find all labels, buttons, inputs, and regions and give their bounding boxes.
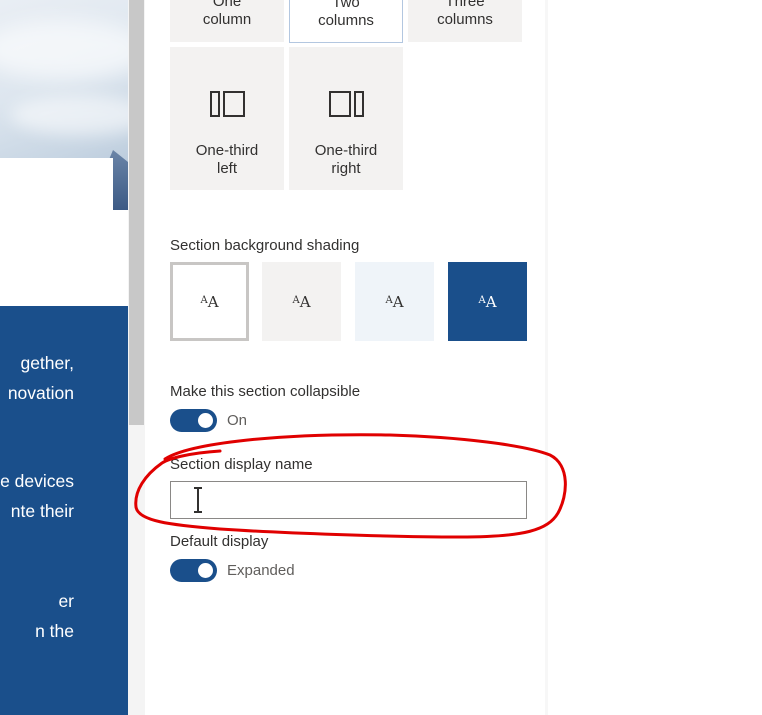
layout-option-label: Three (445, 0, 485, 10)
default-display-state: Expanded (227, 562, 295, 579)
screen: gether, novation e devices nte their er … (0, 0, 762, 715)
preview-text-line: er (58, 591, 74, 611)
default-display-toggle[interactable] (170, 559, 217, 582)
shading-option-none[interactable]: AA (170, 262, 249, 341)
one-third-left-icon (208, 91, 246, 117)
layout-option-one-third-left[interactable]: One-third left (170, 47, 284, 190)
preview-text-line: nte their (10, 501, 74, 521)
text-cursor-icon (194, 487, 202, 513)
preview-paragraph: gether, novation (8, 348, 74, 408)
collapsible-state: On (227, 412, 248, 429)
collapsible-label: Make this section collapsible (170, 383, 361, 400)
display-name-label: Section display name (170, 456, 313, 473)
layout-option-label: column (202, 11, 252, 28)
preview-text-line: e devices (0, 471, 74, 491)
text-sample-icon: AA (385, 292, 404, 311)
layout-option-label: One (212, 0, 242, 10)
page-preview: gether, novation e devices nte their er … (0, 0, 128, 715)
preview-paragraph: e devices nte their (0, 466, 74, 526)
display-name-input[interactable] (170, 481, 527, 519)
preview-text-line: gether, (20, 353, 74, 373)
text-sample-icon: AA (478, 292, 497, 311)
layout-option-one-third-right[interactable]: One-third right (289, 47, 403, 190)
preview-card (0, 158, 113, 306)
panel-divider (545, 0, 548, 715)
preview-paragraph: er n the (35, 586, 74, 646)
layout-option-label: One-third (195, 142, 259, 159)
text-sample-icon: AA (200, 292, 219, 311)
layout-option-label: right (331, 160, 361, 177)
layout-option-one-column[interactable]: One column (170, 0, 284, 42)
preview-text-line: novation (7, 383, 74, 403)
layout-option-label: columns (318, 12, 374, 29)
shading-option-soft[interactable]: AA (355, 262, 434, 341)
one-third-right-icon (327, 91, 365, 117)
layout-option-label: One-third (314, 142, 378, 159)
layout-option-label: Two (332, 0, 360, 11)
collapsible-toggle[interactable] (170, 409, 217, 432)
text-sample-icon: AA (292, 292, 311, 311)
default-display-label: Default display (170, 533, 269, 550)
shading-option-strong[interactable]: AA (448, 262, 527, 341)
shading-label: Section background shading (170, 237, 360, 254)
shading-option-neutral[interactable]: AA (262, 262, 341, 341)
preview-text-section: gether, novation e devices nte their er … (0, 306, 128, 715)
layout-option-two-columns[interactable]: Two columns (289, 0, 403, 43)
toggle-knob (198, 413, 213, 428)
toggle-knob (198, 563, 213, 578)
layout-option-three-columns[interactable]: Three columns (408, 0, 522, 42)
layout-option-label: left (216, 160, 237, 177)
scrollbar-thumb[interactable] (129, 0, 144, 425)
layout-option-label: columns (437, 11, 493, 28)
preview-text-line: n the (35, 621, 74, 641)
